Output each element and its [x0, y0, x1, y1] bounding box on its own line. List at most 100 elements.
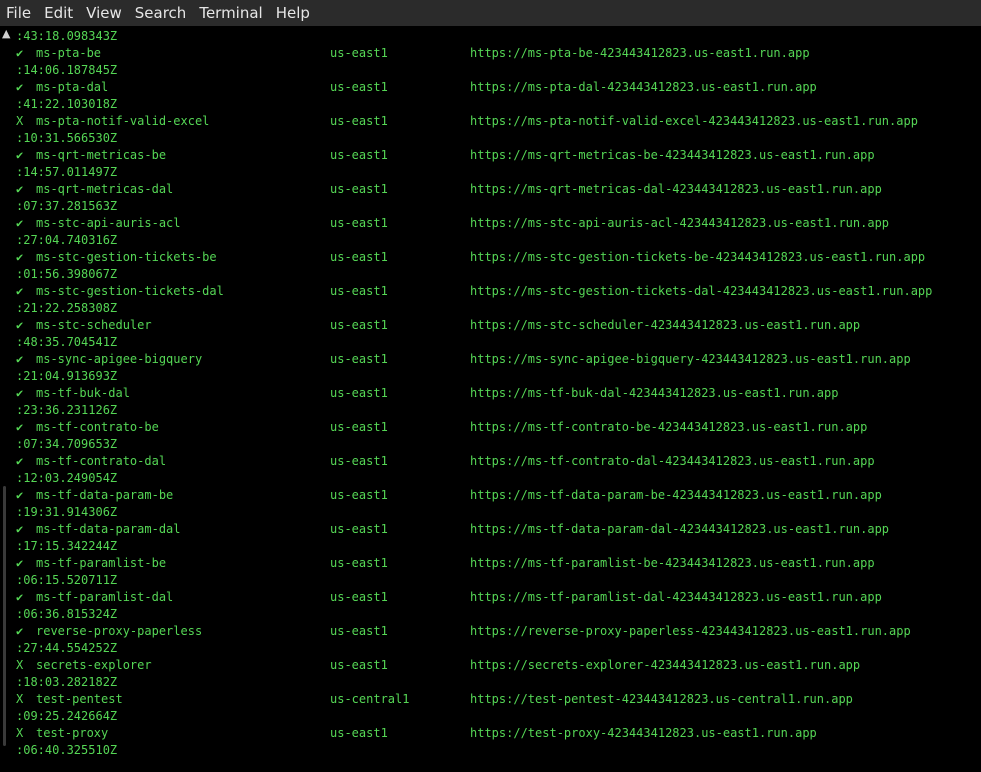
- service-region: us-east1: [330, 318, 388, 332]
- service-region: us-east1: [330, 420, 388, 434]
- service-name: ms-pta-dal: [36, 80, 109, 94]
- service-region: us-east1: [330, 454, 388, 468]
- service-name: test-pentest: [36, 692, 123, 706]
- timestamp-text: :12:03.249054Z: [16, 471, 118, 485]
- service-row: ✔ ms-tf-contrato-be us-east1 https://ms-tf-…: [16, 419, 867, 436]
- status-ok-check-icon: ✔: [16, 250, 24, 264]
- service-url: https://ms-tf-data-param-be-423443412823…: [470, 488, 882, 502]
- timestamp-line: :14:57.011497Z: [16, 164, 117, 181]
- service-region: us-central1: [330, 692, 410, 706]
- menu-edit[interactable]: Edit: [38, 0, 80, 26]
- service-name: ms-tf-contrato-dal: [36, 454, 167, 468]
- service-row: ✔ ms-stc-gestion-tickets-dal us-east1 https…: [16, 283, 932, 300]
- timestamp-text: :18:03.282182Z: [16, 675, 118, 689]
- service-row: ✔ ms-tf-paramlist-be us-east1 https://ms-tf…: [16, 555, 875, 572]
- timestamp-text: :19:31.914306Z: [16, 505, 118, 519]
- menu-terminal[interactable]: Terminal: [193, 0, 269, 26]
- service-row: ✔ ms-tf-paramlist-dal us-east1 https://ms-t…: [16, 589, 882, 606]
- service-url: https://test-pentest-423443412823.us-cen…: [470, 692, 853, 706]
- status-ok-check-icon: ✔: [16, 216, 24, 230]
- menu-search[interactable]: Search: [129, 0, 194, 26]
- timestamp-line: :06:40.325510Z: [16, 742, 117, 759]
- terminal-output[interactable]: ▲ :43:18.098343Z ✔ ms-pta-be us-east1 https…: [0, 26, 981, 772]
- timestamp-text: :41:22.103018Z: [16, 97, 118, 111]
- service-url: https://ms-stc-api-auris-acl-42344341282…: [470, 216, 890, 230]
- scrollbar-thumb[interactable]: [3, 486, 6, 746]
- service-region: us-east1: [330, 726, 388, 740]
- service-name: ms-pta-be: [36, 46, 102, 60]
- service-row: Xtest-proxy us-east1 https://test-proxy-42…: [16, 725, 817, 742]
- service-name: ms-pta-notif-valid-excel: [36, 114, 210, 128]
- service-url: https://ms-tf-paramlist-dal-423443412823…: [470, 590, 882, 604]
- service-name: ms-tf-data-param-be: [36, 488, 174, 502]
- timestamp-text: :07:34.709653Z: [16, 437, 118, 451]
- service-row: ✔ ms-tf-data-param-be us-east1 https://ms-t…: [16, 487, 882, 504]
- menu-view[interactable]: View: [80, 0, 129, 26]
- timestamp-line: :01:56.398067Z: [16, 266, 117, 283]
- menu-file[interactable]: File: [0, 0, 38, 26]
- status-ok-check-icon: ✔: [16, 148, 24, 162]
- timestamp-line: :27:44.554252Z: [16, 640, 117, 657]
- status-ok-check-icon: ✔: [16, 352, 24, 366]
- timestamp-text: :48:35.704541Z: [16, 335, 118, 349]
- service-row: ✔ reverse-proxy-paperless us-east1 https://…: [16, 623, 911, 640]
- service-region: us-east1: [330, 556, 388, 570]
- service-row: Xsecrets-explorer us-east1 https://secrets…: [16, 657, 860, 674]
- service-row: ✔ ms-sync-apigee-bigquery us-east1 https://…: [16, 351, 911, 368]
- status-ok-check-icon: ✔: [16, 624, 24, 638]
- timestamp-line: :21:04.913693Z: [16, 368, 117, 385]
- service-region: us-east1: [330, 658, 388, 672]
- service-url: https://ms-tf-buk-dal-423443412823.us-ea…: [470, 386, 839, 400]
- timestamp-text: :17:15.342244Z: [16, 539, 118, 553]
- service-row: ✔ ms-stc-scheduler us-east1 https://ms-stc-…: [16, 317, 860, 334]
- terminal-lines: :43:18.098343Z ✔ ms-pta-be us-east1 https:/…: [16, 28, 932, 759]
- service-url: https://ms-stc-gestion-tickets-be-423443…: [470, 250, 926, 264]
- status-ok-check-icon: ✔: [16, 488, 24, 502]
- timestamp-line: :27:04.740316Z: [16, 232, 117, 249]
- service-url: https://ms-stc-gestion-tickets-dal-42344…: [470, 284, 933, 298]
- timestamp-line: :07:37.281563Z: [16, 198, 117, 215]
- service-name: ms-tf-data-param-dal: [36, 522, 181, 536]
- menu-help[interactable]: Help: [270, 0, 317, 26]
- service-url: https://ms-sync-apigee-bigquery-42344341…: [470, 352, 911, 366]
- scroll-up-icon[interactable]: ▲: [2, 28, 12, 39]
- service-url: https://ms-tf-contrato-be-423443412823.u…: [470, 420, 868, 434]
- service-url: https://ms-pta-notif-valid-excel-4234434…: [470, 114, 918, 128]
- service-region: us-east1: [330, 352, 388, 366]
- service-region: us-east1: [330, 624, 388, 638]
- status-ok-check-icon: ✔: [16, 80, 24, 94]
- service-region: us-east1: [330, 148, 388, 162]
- timestamp-text: :06:36.815324Z: [16, 607, 118, 621]
- timestamp-line: :06:15.520711Z: [16, 572, 117, 589]
- timestamp-text: :27:04.740316Z: [16, 233, 118, 247]
- timestamp-text: :06:15.520711Z: [16, 573, 118, 587]
- service-row: Xtest-pentest us-central1 https://test-pen…: [16, 691, 853, 708]
- service-row: ✔ ms-tf-data-param-dal us-east1 https://ms-…: [16, 521, 889, 538]
- service-row: ✔ ms-stc-api-auris-acl us-east1 https://ms-…: [16, 215, 889, 232]
- service-region: us-east1: [330, 488, 388, 502]
- service-region: us-east1: [330, 386, 388, 400]
- service-name: ms-tf-buk-dal: [36, 386, 130, 400]
- service-url: https://ms-stc-scheduler-423443412823.us…: [470, 318, 861, 332]
- service-region: us-east1: [330, 522, 388, 536]
- timestamp-line: :06:36.815324Z: [16, 606, 117, 623]
- service-row: ✔ ms-pta-dal us-east1 https://ms-pta-dal-42…: [16, 79, 817, 96]
- timestamp-text: :10:31.566530Z: [16, 131, 118, 145]
- timestamp-text: :21:04.913693Z: [16, 369, 118, 383]
- service-url: https://secrets-explorer-423443412823.us…: [470, 658, 861, 672]
- timestamp-line: :21:22.258308Z: [16, 300, 117, 317]
- service-name: test-proxy: [36, 726, 109, 740]
- service-url: https://ms-pta-dal-423443412823.us-east1…: [470, 80, 817, 94]
- service-row: ✔ ms-stc-gestion-tickets-be us-east1 https:…: [16, 249, 925, 266]
- status-fail-mark: X: [16, 114, 24, 128]
- service-name: ms-tf-paramlist-be: [36, 556, 167, 570]
- timestamp-line: :17:15.342244Z: [16, 538, 117, 555]
- service-url: https://ms-pta-be-423443412823.us-east1.…: [470, 46, 810, 60]
- timestamp-text: :06:40.325510Z: [16, 743, 118, 757]
- service-name: ms-stc-gestion-tickets-dal: [36, 284, 224, 298]
- service-region: us-east1: [330, 284, 388, 298]
- status-ok-check-icon: ✔: [16, 46, 24, 60]
- status-ok-check-icon: ✔: [16, 318, 24, 332]
- service-region: us-east1: [330, 216, 388, 230]
- service-name: ms-qrt-metricas-be: [36, 148, 167, 162]
